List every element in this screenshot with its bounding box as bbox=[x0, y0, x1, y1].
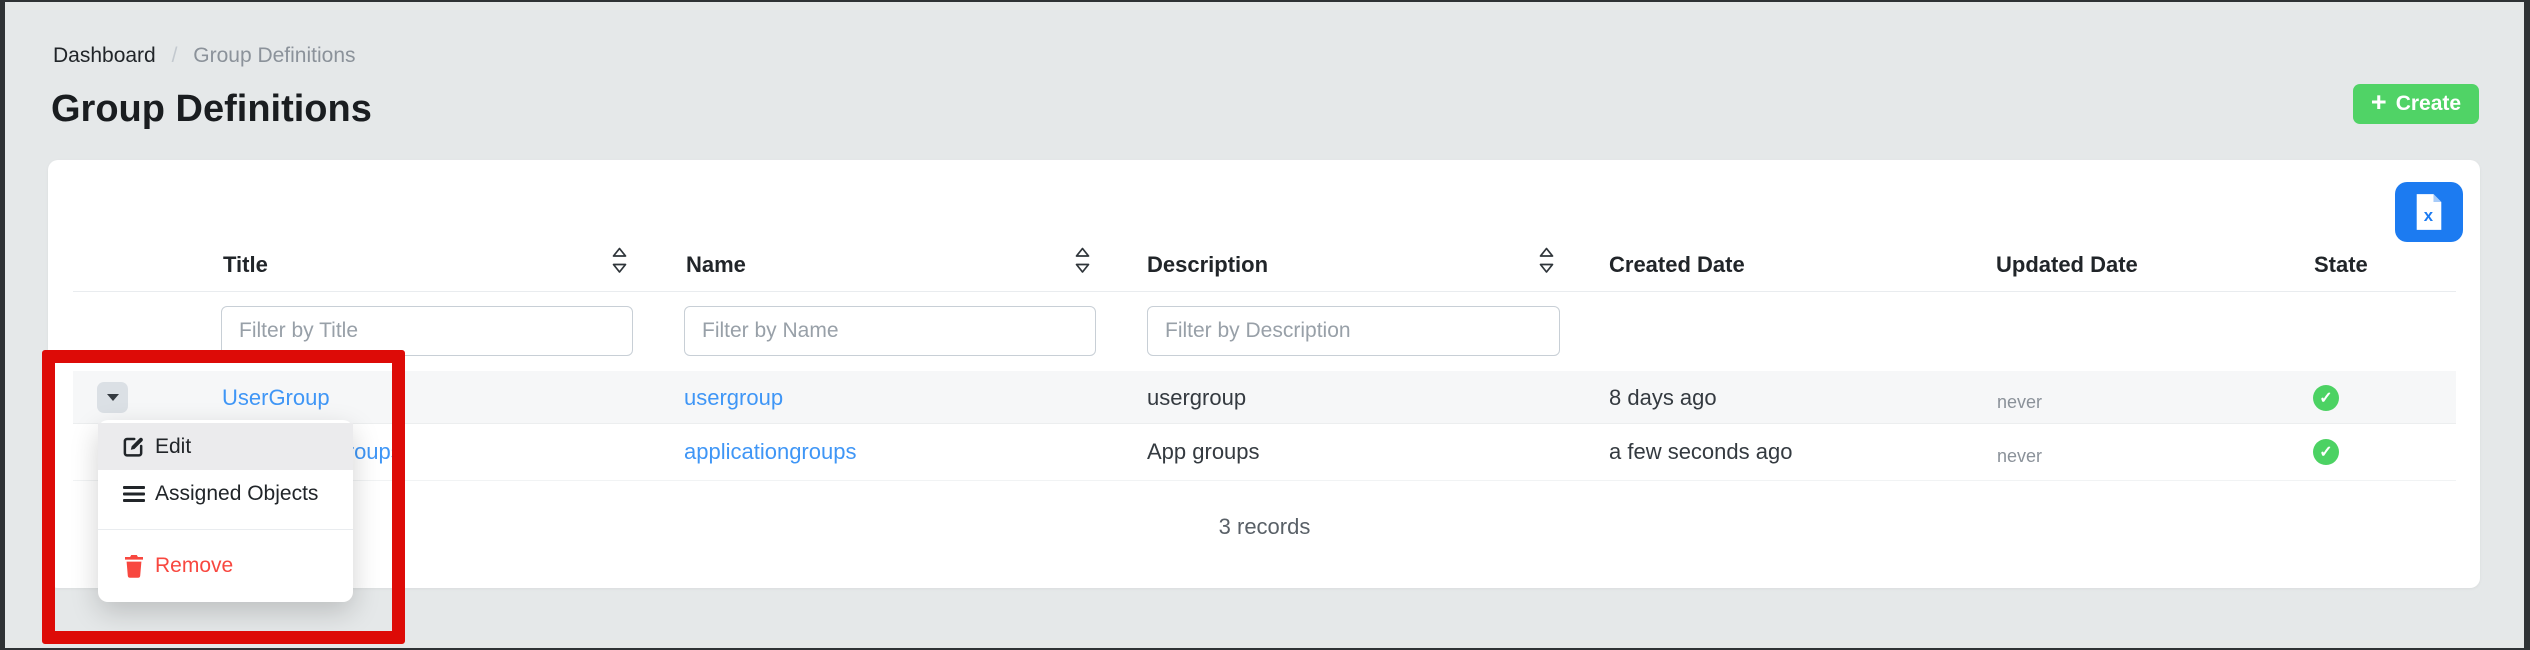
breadcrumb-group-definitions[interactable]: Group Definitions bbox=[193, 44, 355, 67]
row-created-date: a few seconds ago bbox=[1609, 439, 1792, 465]
state-check-icon: ✓ bbox=[2313, 385, 2339, 411]
group-definitions-page: Dashboard / Group Definitions Group Defi… bbox=[0, 0, 2530, 650]
row-actions-dropdown-toggle[interactable] bbox=[97, 382, 128, 413]
filter-title-input[interactable] bbox=[221, 306, 633, 356]
menu-item-remove[interactable]: Remove bbox=[98, 544, 353, 588]
breadcrumb-separator: / bbox=[172, 44, 178, 67]
row-actions-menu: Edit Assigned Objects Remove bbox=[98, 420, 353, 602]
screen-edge bbox=[2524, 0, 2530, 650]
column-header-created-date: Created Date bbox=[1609, 252, 1745, 278]
row-name-link[interactable]: applicationgroups bbox=[684, 439, 856, 465]
filter-name-input[interactable] bbox=[684, 306, 1096, 356]
row-created-date: 8 days ago bbox=[1609, 385, 1717, 411]
column-header-updated-date: Updated Date bbox=[1996, 252, 2138, 278]
row-title-link[interactable]: UserGroup bbox=[222, 385, 330, 411]
row-updated-date: never bbox=[1997, 389, 2042, 415]
create-button-label: Create bbox=[2396, 92, 2461, 116]
column-header-name[interactable]: Name bbox=[686, 252, 746, 278]
svg-text:x: x bbox=[2424, 206, 2434, 225]
header-divider bbox=[73, 291, 2456, 292]
table-row bbox=[73, 371, 2456, 424]
column-header-title[interactable]: Title bbox=[223, 252, 268, 278]
menu-item-edit[interactable]: Edit bbox=[98, 423, 353, 470]
list-icon bbox=[122, 485, 145, 503]
column-header-description[interactable]: Description bbox=[1147, 252, 1268, 278]
sort-icon-description[interactable] bbox=[1538, 246, 1555, 275]
edit-icon bbox=[122, 435, 145, 458]
row-name-link[interactable]: usergroup bbox=[684, 385, 783, 411]
menu-divider bbox=[98, 529, 353, 530]
check-glyph: ✓ bbox=[2319, 442, 2332, 462]
row-description: App groups bbox=[1147, 439, 1260, 465]
breadcrumb-dashboard[interactable]: Dashboard bbox=[53, 44, 156, 67]
excel-file-icon: x bbox=[2414, 193, 2444, 231]
sort-icon-name[interactable] bbox=[1074, 246, 1091, 275]
column-header-state: State bbox=[2314, 252, 2368, 278]
menu-item-label: Edit bbox=[155, 435, 191, 459]
page-title: Group Definitions bbox=[51, 88, 372, 131]
caret-down-icon bbox=[107, 394, 119, 401]
trash-icon bbox=[122, 555, 145, 578]
table-row bbox=[73, 424, 2456, 481]
screen-edge bbox=[0, 0, 5, 650]
row-updated-date: never bbox=[1997, 443, 2042, 469]
create-button[interactable]: + Create bbox=[2353, 84, 2479, 124]
screen-edge bbox=[0, 0, 2530, 2]
export-excel-button[interactable]: x bbox=[2395, 182, 2463, 242]
row-description: usergroup bbox=[1147, 385, 1246, 411]
filter-description-input[interactable] bbox=[1147, 306, 1560, 356]
menu-item-label: Assigned Objects bbox=[155, 482, 318, 506]
check-glyph: ✓ bbox=[2319, 388, 2332, 408]
breadcrumb: Dashboard / Group Definitions bbox=[53, 44, 356, 68]
state-check-icon: ✓ bbox=[2313, 439, 2339, 465]
records-count: 3 records bbox=[73, 514, 2456, 540]
plus-icon: + bbox=[2371, 89, 2387, 116]
menu-item-label: Remove bbox=[155, 554, 233, 578]
sort-icon-title[interactable] bbox=[611, 246, 628, 275]
menu-item-assigned-objects[interactable]: Assigned Objects bbox=[98, 470, 353, 517]
